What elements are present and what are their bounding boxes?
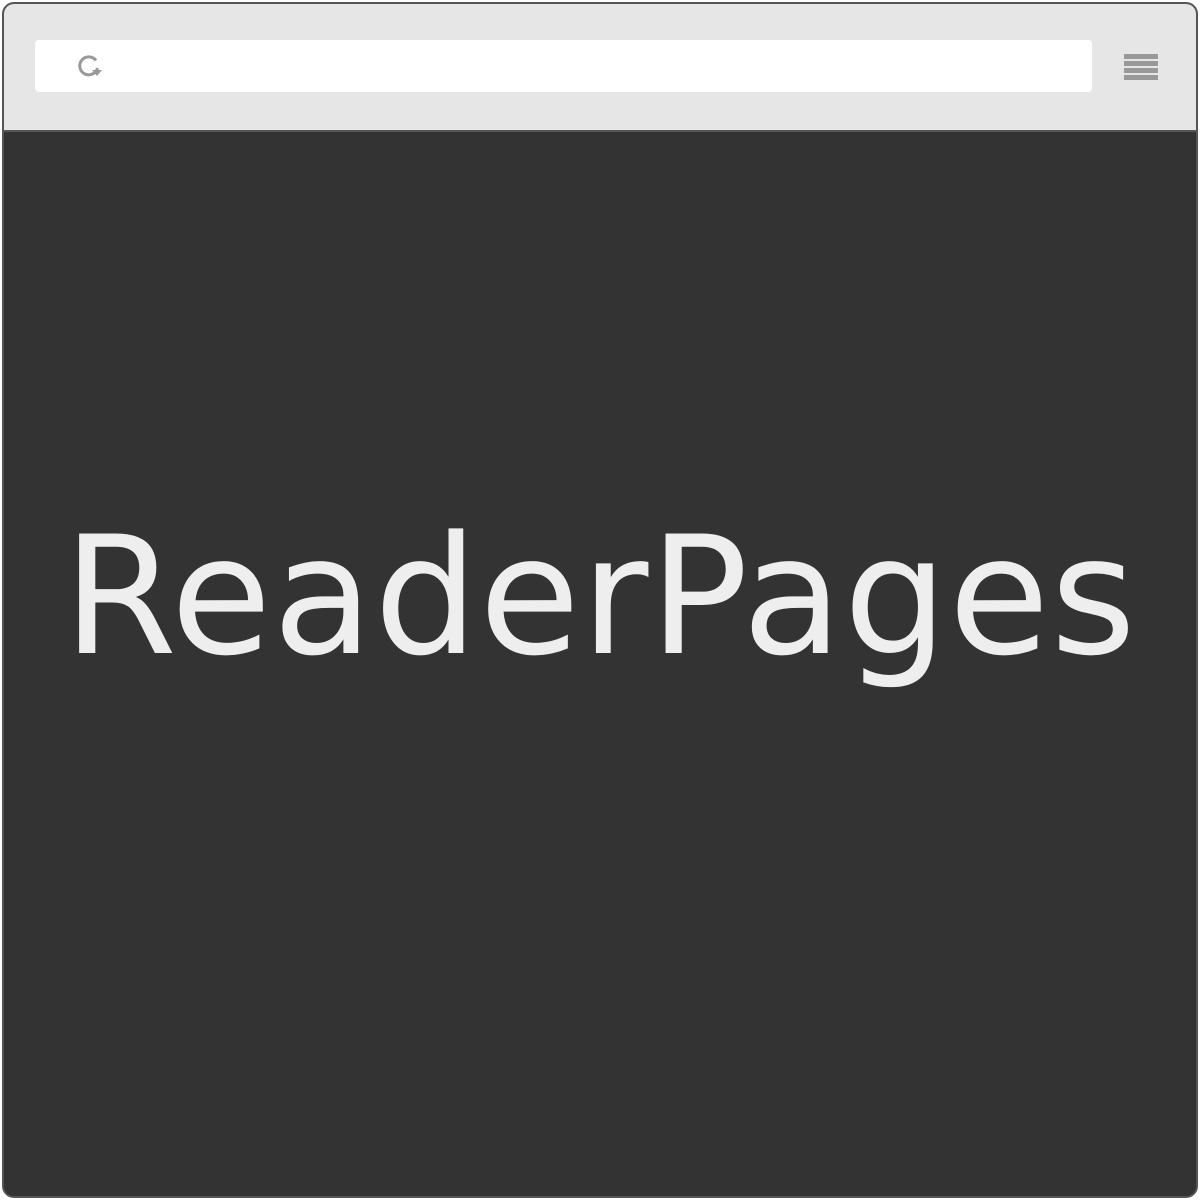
page-title: ReaderPages [63, 501, 1137, 692]
menu-bar-line [1124, 61, 1158, 66]
menu-bar-line [1124, 75, 1158, 80]
page-content: ReaderPages [4, 132, 1196, 1196]
browser-window: ReaderPages [2, 2, 1198, 1198]
reload-icon[interactable] [75, 52, 103, 80]
browser-toolbar [4, 4, 1196, 132]
menu-bar-line [1124, 54, 1158, 59]
hamburger-menu-icon[interactable] [1122, 50, 1160, 82]
address-bar[interactable] [35, 40, 1092, 92]
menu-bar-line [1124, 68, 1158, 73]
